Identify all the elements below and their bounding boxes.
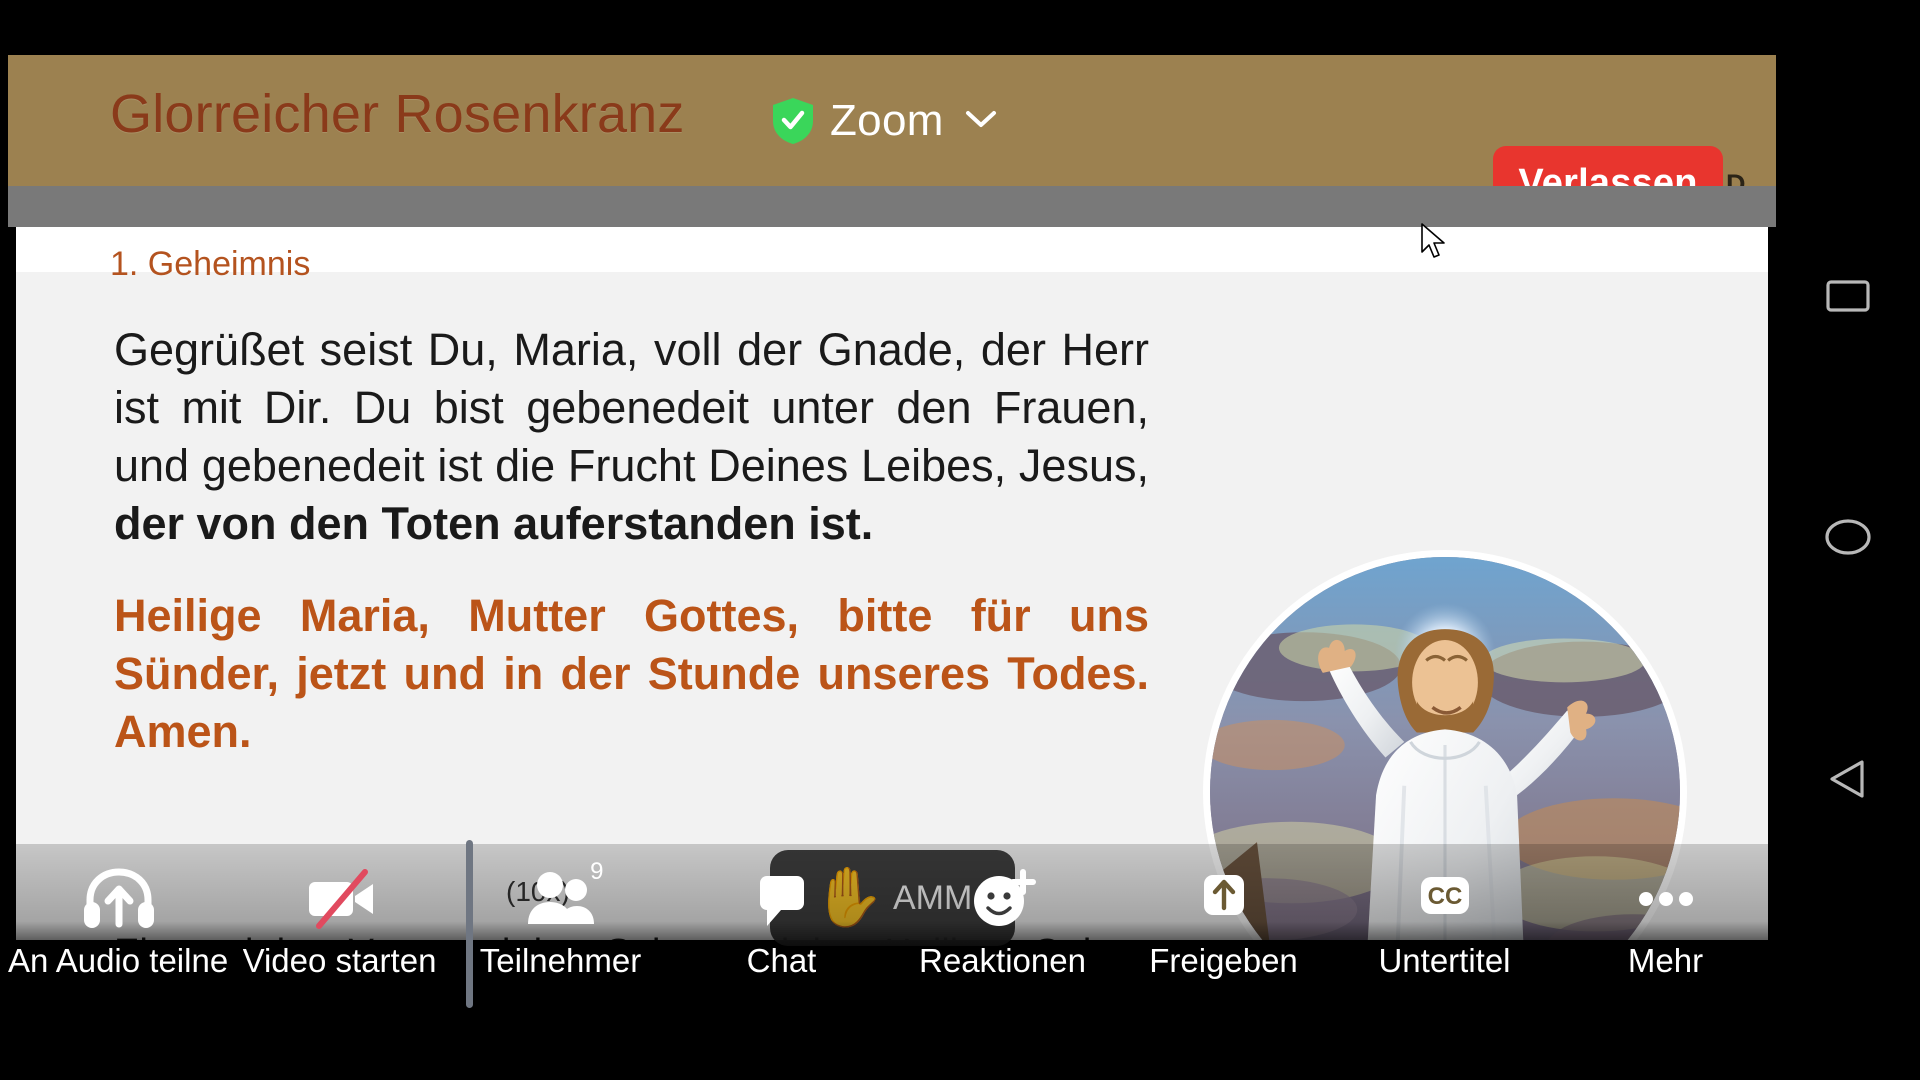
toolbar-label-participants: Teilnehmer	[479, 942, 642, 979]
reactions-smiley-plus-icon	[966, 862, 1040, 936]
zoom-label: Zoom	[830, 96, 944, 145]
shared-screen-slide: Gegrüßet seist Du, Maria, voll der Gnade…	[16, 227, 1768, 940]
hail-mary-regular: Gegrüßet seist Du, Maria, voll der Gnade…	[114, 324, 1149, 491]
participants-icon: 9	[524, 858, 604, 936]
toolbar-item-chat[interactable]: Chat	[671, 844, 892, 1020]
toolbar-item-more[interactable]: Mehr	[1555, 844, 1776, 1020]
leave-meeting-button[interactable]: Verlassen	[1493, 146, 1723, 186]
toolbar-label-start-video: Video starten	[242, 942, 437, 979]
holy-mary-paragraph: Heilige Maria, Mutter Gottes, bitte für …	[114, 590, 1149, 757]
closed-captions-icon: CC	[1408, 862, 1482, 936]
toolbar-item-join-audio[interactable]: An Audio teilnehmen	[8, 844, 229, 1020]
toolbar-item-share[interactable]: Freigeben	[1113, 844, 1334, 1020]
toolbar-label-captions: Untertitel	[1378, 942, 1511, 979]
volume-slider-handle[interactable]	[466, 840, 473, 1008]
chevron-down-icon	[964, 108, 998, 135]
zoom-menu-button[interactable]: Zoom	[772, 90, 998, 152]
zoom-meeting-app: Glorreicher Rosenkranz Zoom DND Verlasse…	[8, 55, 1776, 1020]
toolbar-label-chat: Chat	[746, 942, 817, 979]
android-navigation-bar	[1776, 55, 1920, 1020]
home-circle-icon[interactable]	[1820, 509, 1876, 565]
toolbar-item-start-video[interactable]: Video starten	[229, 844, 450, 1020]
toolbar-label-join-audio: An Audio teilnehmen	[8, 942, 229, 979]
toolbar-item-participants[interactable]: 9 Teilnehmer	[450, 844, 671, 1020]
page-title: Glorreicher Rosenkranz	[110, 84, 685, 144]
prayer-text-column: Gegrüßet seist Du, Maria, voll der Gnade…	[114, 321, 1149, 795]
mystery-number-label: 1. Geheimnis	[110, 245, 311, 283]
chat-bubble-icon	[745, 862, 819, 936]
svg-text:CC: CC	[1427, 883, 1462, 910]
meeting-header: Glorreicher Rosenkranz Zoom DND Verlasse…	[8, 55, 1776, 186]
toolbar-item-reactions[interactable]: Reaktionen	[892, 844, 1113, 1020]
back-triangle-icon[interactable]	[1820, 751, 1876, 807]
toolbar-item-captions[interactable]: CC Untertitel	[1334, 844, 1555, 1020]
toolbar-label-more: Mehr	[1627, 942, 1704, 979]
headphones-join-audio-icon	[82, 862, 156, 936]
mouse-cursor	[1420, 222, 1450, 267]
meeting-toolbar: An Audio teilnehmen Video starten	[8, 844, 1776, 1020]
toolbar-label-share: Freigeben	[1149, 942, 1298, 979]
background-text-fragment: DND	[1726, 169, 1746, 186]
video-off-icon	[303, 862, 377, 936]
hail-mary-paragraph: Gegrüßet seist Du, Maria, voll der Gnade…	[114, 321, 1149, 553]
share-arrow-up-icon	[1187, 862, 1261, 936]
slide-toolbar-strip	[8, 186, 1776, 227]
toolbar-label-reactions: Reaktionen	[919, 942, 1086, 979]
recents-square-icon[interactable]	[1820, 268, 1876, 324]
phone-screen: Glorreicher Rosenkranz Zoom DND Verlasse…	[0, 0, 1920, 1080]
shield-check-icon	[772, 97, 814, 145]
more-dots-icon	[1629, 862, 1703, 936]
participants-count-badge: 9	[590, 858, 604, 885]
hail-mary-bold: der von den Toten auferstanden ist.	[114, 498, 874, 549]
